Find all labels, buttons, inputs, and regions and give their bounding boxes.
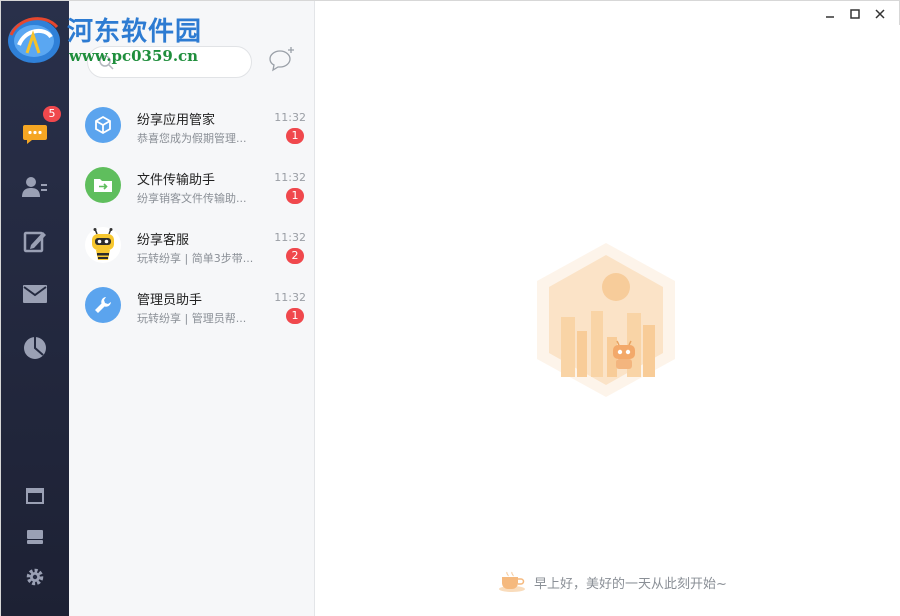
session-preview: 玩转纷享 | 简单3步带... xyxy=(137,252,254,265)
mail-icon xyxy=(23,285,47,303)
coffee-cup-icon xyxy=(499,571,525,592)
city-illustration xyxy=(537,243,675,397)
chat-bubble-icon xyxy=(23,125,47,144)
session-name: 纷享客服 xyxy=(137,233,190,248)
nav-notes[interactable] xyxy=(1,221,69,261)
session-preview: 恭喜您成为假期管理... xyxy=(137,132,247,145)
window-icon xyxy=(26,488,44,504)
nav-window[interactable] xyxy=(1,476,69,516)
watermark-logo-icon xyxy=(8,17,60,63)
folder-transfer-icon xyxy=(94,179,112,192)
nav-messages[interactable]: 5 xyxy=(1,106,69,154)
minimize-button[interactable] xyxy=(819,5,841,23)
avatar xyxy=(85,107,121,143)
session-item[interactable]: 纷享应用管家 恭喜您成为假期管理... 11:32 1 xyxy=(69,97,315,157)
maximize-button[interactable] xyxy=(844,5,866,23)
app-window: 5 纷享应用管家 恭喜您成为假期管理... 11:32 1 文件传输助手 纷享销… xyxy=(0,0,900,616)
nav-mail[interactable] xyxy=(1,274,69,314)
session-list-pane: 纷享应用管家 恭喜您成为假期管理... 11:32 1 文件传输助手 纷享销客文… xyxy=(69,1,315,616)
wrench-icon xyxy=(95,297,111,313)
session-time: 11:32 xyxy=(274,171,306,184)
cube-icon xyxy=(95,115,111,135)
session-name: 纷享应用管家 xyxy=(137,113,216,128)
close-button[interactable] xyxy=(869,5,891,23)
greeting-text: 早上好，美好的一天从此刻开始~ xyxy=(534,576,727,592)
unread-badge: 1 xyxy=(286,188,304,204)
edit-icon xyxy=(23,231,46,253)
nav-contacts[interactable] xyxy=(1,167,69,207)
avatar xyxy=(85,287,121,323)
bee-mascot-icon xyxy=(92,228,114,260)
session-item[interactable]: 管理员助手 玩转纷享 | 管理员帮... 11:32 1 xyxy=(69,277,315,337)
session-preview: 纷享销客文件传输助... xyxy=(137,192,247,205)
pie-chart-icon xyxy=(24,337,46,359)
unread-badge: 1 xyxy=(286,128,304,144)
session-preview: 玩转纷享 | 管理员帮... xyxy=(137,312,247,325)
unread-badge: 2 xyxy=(286,248,304,264)
session-time: 11:32 xyxy=(274,111,306,124)
avatar xyxy=(85,167,121,203)
nav-settings[interactable] xyxy=(1,557,69,597)
new-chat-button[interactable] xyxy=(267,45,297,75)
unread-badge: 1 xyxy=(286,308,304,324)
session-name: 管理员助手 xyxy=(137,293,203,308)
new-chat-icon xyxy=(269,47,294,72)
watermark-title: 河东软件园 xyxy=(67,17,203,47)
left-nav: 5 xyxy=(1,1,69,616)
greeting: 早上好，美好的一天从此刻开始~ xyxy=(498,571,727,593)
avatar xyxy=(85,227,121,263)
nav-drive[interactable] xyxy=(1,517,69,557)
maximize-icon xyxy=(850,9,860,19)
messages-badge: 5 xyxy=(43,106,61,122)
watermark-url: www.pc0359.cn xyxy=(69,47,199,65)
minimize-icon xyxy=(826,16,834,18)
nav-stats[interactable] xyxy=(1,328,69,368)
session-item[interactable]: 文件传输助手 纷享销客文件传输助... 11:32 1 xyxy=(69,157,315,217)
drive-icon xyxy=(27,530,43,544)
session-item[interactable]: 纷享客服 玩转纷享 | 简单3步带... 11:32 2 xyxy=(69,217,315,277)
contacts-icon xyxy=(22,177,47,197)
close-icon xyxy=(875,9,885,19)
session-time: 11:32 xyxy=(274,291,306,304)
gear-icon xyxy=(26,568,44,586)
session-name: 文件传输助手 xyxy=(137,173,216,188)
session-time: 11:32 xyxy=(274,231,306,244)
